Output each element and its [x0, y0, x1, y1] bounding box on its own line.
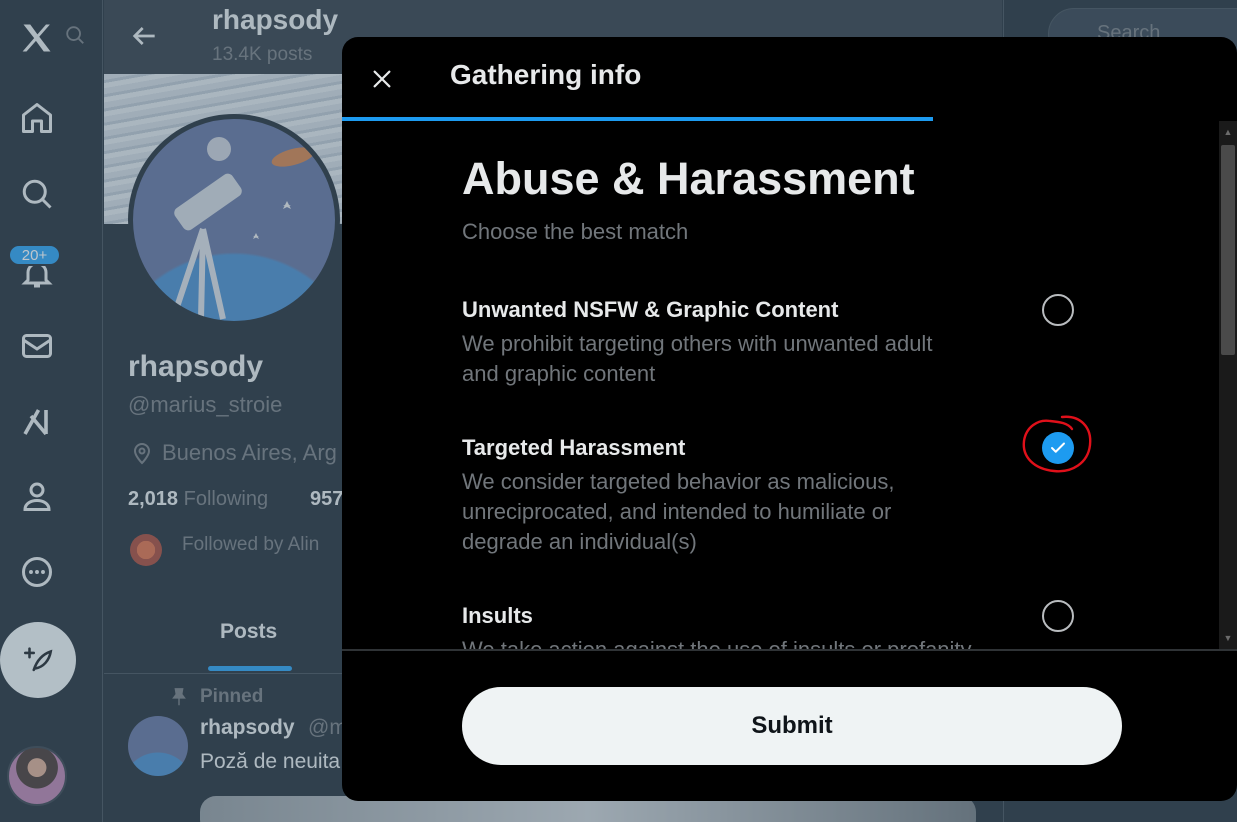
dialog-title: Gathering info	[450, 59, 642, 90]
category-heading: Abuse & Harassment	[462, 153, 915, 204]
option-insults[interactable]: Insults We take action against the use o…	[462, 601, 1072, 649]
submit-button[interactable]: Submit	[462, 687, 1122, 765]
option-description: We consider targeted behavior as malicio…	[462, 467, 1072, 557]
close-icon	[373, 70, 391, 88]
option-description-line: degrade an individual(s)	[462, 529, 697, 554]
option-description-line: unreciprocated, and intended to humiliat…	[462, 499, 892, 524]
scroll-up-arrow-icon[interactable]: ▲	[1223, 127, 1233, 137]
option-description: We prohibit targeting others with unwant…	[462, 329, 1072, 389]
option-title: Targeted Harassment	[462, 435, 686, 460]
red-annotation-circle-icon	[1022, 415, 1092, 473]
radio-unwanted-nsfw[interactable]	[1042, 294, 1074, 326]
option-description-line: We take action against the use of insult…	[462, 635, 1072, 649]
footer-divider	[342, 649, 1237, 651]
option-description: We take action against the use of insult…	[462, 635, 1072, 649]
report-dialog: Gathering info ▲ ▼ Abuse & Harassment Ch…	[342, 37, 1237, 801]
app-root: 20+ rhapsody 13.4K posts rhapsody @mariu…	[0, 0, 1237, 822]
close-button[interactable]	[364, 61, 400, 97]
option-title: Insults	[462, 603, 533, 628]
scroll-down-arrow-icon[interactable]: ▼	[1223, 633, 1233, 643]
option-unwanted-nsfw[interactable]: Unwanted NSFW & Graphic Content We prohi…	[462, 295, 1072, 389]
option-targeted-harassment[interactable]: Targeted Harassment We consider targeted…	[462, 433, 1072, 557]
scrollbar-thumb[interactable]	[1221, 145, 1235, 355]
option-description-line: We prohibit targeting others with unwant…	[462, 331, 933, 356]
option-description-line: We consider targeted behavior as malicio…	[462, 469, 895, 494]
option-description-line: and graphic content	[462, 361, 656, 386]
option-title: Unwanted NSFW & Graphic Content	[462, 297, 839, 322]
category-subheading: Choose the best match	[462, 219, 689, 244]
radio-insults[interactable]	[1042, 600, 1074, 632]
